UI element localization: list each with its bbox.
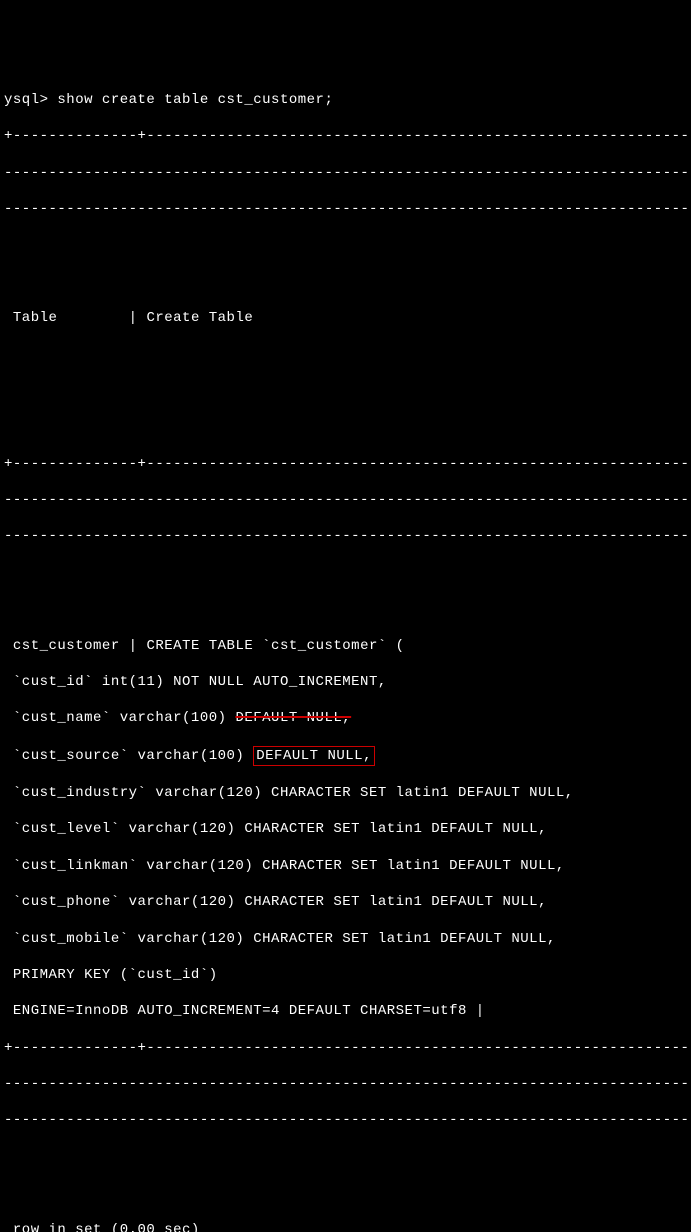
column-def-cust-industry: `cust_industry` varchar(120) CHARACTER S… [4, 784, 687, 802]
strikethrough-default-null: DEFAULT NULL, [235, 710, 351, 726]
create-statement-open: CREATE TABLE `cst_customer` ( [146, 638, 404, 654]
mysql-prompt-line: ysql> show create table cst_customer; [4, 91, 687, 109]
blank-line [4, 236, 687, 254]
column-def-cust-phone: `cust_phone` varchar(120) CHARACTER SET … [4, 893, 687, 911]
mysql-terminal-output: ysql> show create table cst_customer; +-… [0, 73, 691, 1232]
col-name-part: `cust_name` varchar(100) [4, 710, 235, 726]
blank-line [4, 1184, 687, 1202]
table-name-cell: cst_customer [4, 638, 129, 654]
separator: ----------------------------------------… [4, 164, 687, 182]
separator: +--------------+------------------------… [4, 127, 687, 145]
column-def-cust-source: `cust_source` varchar(100) DEFAULT NULL, [4, 746, 687, 766]
header-col-create: Create Table [146, 310, 253, 326]
column-def-cust-mobile: `cust_mobile` varchar(120) CHARACTER SET… [4, 930, 687, 948]
separator: ----------------------------------------… [4, 491, 687, 509]
column-def-cust-level: `cust_level` varchar(120) CHARACTER SET … [4, 820, 687, 838]
separator: ----------------------------------------… [4, 200, 687, 218]
column-def-cust-linkman: `cust_linkman` varchar(120) CHARACTER SE… [4, 857, 687, 875]
separator: ----------------------------------------… [4, 1111, 687, 1129]
blank-line [4, 564, 687, 582]
blank-line [4, 382, 687, 400]
create-table-line: cst_customer | CREATE TABLE `cst_custome… [4, 637, 687, 655]
header-col-table: Table [4, 310, 129, 326]
separator: +--------------+------------------------… [4, 455, 687, 473]
blank-line [4, 346, 687, 364]
red-highlight-box: DEFAULT NULL, [253, 746, 375, 766]
row-count-footer: row in set (0.00 sec) [4, 1221, 687, 1232]
column-def-cust-id: `cust_id` int(11) NOT NULL AUTO_INCREMEN… [4, 673, 687, 691]
column-def-cust-name: `cust_name` varchar(100) DEFAULT NULL, [4, 709, 687, 727]
blank-line [4, 1148, 687, 1166]
blank-line [4, 418, 687, 436]
primary-key-line: PRIMARY KEY (`cust_id`) [4, 966, 687, 984]
pipe-separator: | [129, 638, 147, 654]
separator: +--------------+------------------------… [4, 1039, 687, 1057]
separator: ----------------------------------------… [4, 1075, 687, 1093]
col-source-part: `cust_source` varchar(100) [4, 748, 253, 764]
engine-line: ENGINE=InnoDB AUTO_INCREMENT=4 DEFAULT C… [4, 1002, 687, 1020]
pipe-separator: | [129, 310, 147, 326]
separator: ----------------------------------------… [4, 527, 687, 545]
table-header-row: Table | Create Table [4, 309, 687, 327]
blank-line [4, 273, 687, 291]
